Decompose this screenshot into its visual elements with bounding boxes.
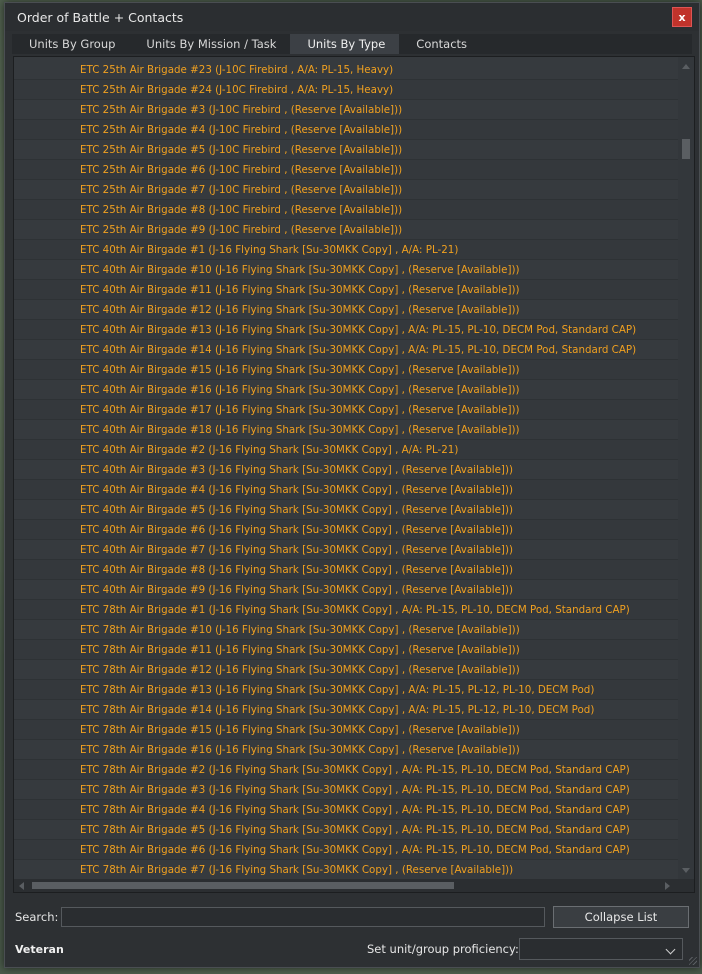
unit-list-item[interactable]: ETC 78th Air Brigade #11 (J-16 Flying Sh… [14,640,678,660]
proficiency-select[interactable] [519,938,683,960]
unit-list-item[interactable]: ETC 40th Air Birgade #7 (J-16 Flying Sha… [14,540,678,560]
unit-list-item[interactable]: ETC 78th Air Brigade #16 (J-16 Flying Sh… [14,740,678,760]
unit-list-item[interactable]: ETC 78th Air Brigade #12 (J-16 Flying Sh… [14,660,678,680]
unit-list-item[interactable]: ETC 25th Air Brigade #8 (J-10C Firebird … [14,200,678,220]
unit-list-item[interactable]: ETC 40th Air Birgade #5 (J-16 Flying Sha… [14,500,678,520]
unit-list-item[interactable]: ETC 40th Air Birgade #14 (J-16 Flying Sh… [14,340,678,360]
unit-rows: ETC 25th Air Brigade #23 (J-10C Firebird… [14,60,678,880]
proficiency-label: Set unit/group proficiency: [367,942,519,956]
horizontal-scroll-thumb[interactable] [32,882,454,889]
unit-list-item[interactable]: ETC 78th Air Brigade #6 (J-16 Flying Sha… [14,840,678,860]
close-icon: x [678,10,686,24]
unit-list-item[interactable]: ETC 78th Air Brigade #5 (J-16 Flying Sha… [14,820,678,840]
unit-list-item[interactable]: ETC 40th Air Birgade #1 (J-16 Flying Sha… [14,240,678,260]
unit-list-item[interactable]: ETC 78th Air Brigade #3 (J-16 Flying Sha… [14,780,678,800]
unit-list-item[interactable]: ETC 40th Air Birgade #3 (J-16 Flying Sha… [14,460,678,480]
window-title: Order of Battle + Contacts [17,9,184,25]
unit-list-item[interactable]: ETC 40th Air Birgade #12 (J-16 Flying Sh… [14,300,678,320]
scroll-down-arrow-icon[interactable] [682,868,690,873]
unit-list-item[interactable]: ETC 40th Air Birgade #16 (J-16 Flying Sh… [14,380,678,400]
search-label: Search: [15,910,59,924]
unit-list-item[interactable]: ETC 78th Air Brigade #10 (J-16 Flying Sh… [14,620,678,640]
unit-list-item[interactable]: ETC 40th Air Birgade #18 (J-16 Flying Sh… [14,420,678,440]
search-row: Search: Collapse List [15,906,691,928]
resize-grip-icon[interactable] [689,957,697,965]
vertical-scrollbar[interactable] [678,57,694,879]
vertical-scroll-thumb[interactable] [682,139,690,159]
unit-list[interactable]: ETC 25th Air Brigade #23 (J-10C Firebird… [13,56,695,893]
tab-units-by-type[interactable]: Units By Type [290,34,400,54]
tab-bar: Units By Group Units By Mission / Task U… [12,34,692,54]
unit-list-item[interactable]: ETC 78th Air Brigade #13 (J-16 Flying Sh… [14,680,678,700]
unit-list-item[interactable]: ETC 25th Air Brigade #5 (J-10C Firebird … [14,140,678,160]
unit-list-item[interactable]: ETC 40th Air Birgade #6 (J-16 Flying Sha… [14,520,678,540]
unit-list-item[interactable]: ETC 40th Air Birgade #9 (J-16 Flying Sha… [14,580,678,600]
unit-list-item[interactable]: ETC 78th Air Brigade #7 (J-16 Flying Sha… [14,860,678,880]
unit-list-item[interactable]: ETC 40th Air Birgade #13 (J-16 Flying Sh… [14,320,678,340]
proficiency-row: Veteran Set unit/group proficiency: [15,938,691,960]
unit-list-item[interactable]: ETC 25th Air Brigade #3 (J-10C Firebird … [14,100,678,120]
tab-units-by-mission-task[interactable]: Units By Mission / Task [129,34,290,54]
unit-list-item[interactable]: ETC 78th Air Brigade #14 (J-16 Flying Sh… [14,700,678,720]
unit-list-item[interactable]: ETC 25th Air Brigade #24 (J-10C Firebird… [14,80,678,100]
collapse-list-button[interactable]: Collapse List [553,906,689,928]
unit-list-item[interactable]: ETC 78th Air Brigade #1 (J-16 Flying Sha… [14,600,678,620]
unit-list-item[interactable]: ETC 25th Air Brigade #23 (J-10C Firebird… [14,60,678,80]
unit-list-item[interactable]: ETC 25th Air Brigade #4 (J-10C Firebird … [14,120,678,140]
unit-list-item[interactable]: ETC 78th Air Brigade #15 (J-16 Flying Sh… [14,720,678,740]
tab-contacts[interactable]: Contacts [399,34,481,54]
horizontal-scrollbar[interactable] [14,879,694,892]
unit-list-item[interactable]: ETC 40th Air Birgade #8 (J-16 Flying Sha… [14,560,678,580]
unit-list-item[interactable]: ETC 40th Air Birgade #10 (J-16 Flying Sh… [14,260,678,280]
unit-list-item[interactable]: ETC 25th Air Brigade #6 (J-10C Firebird … [14,160,678,180]
close-button[interactable]: x [672,7,692,27]
unit-list-item[interactable]: ETC 25th Air Brigade #7 (J-10C Firebird … [14,180,678,200]
chevron-down-icon[interactable] [665,944,676,955]
search-input[interactable] [61,907,545,927]
unit-list-item[interactable]: ETC 40th Air Birgade #4 (J-16 Flying Sha… [14,480,678,500]
unit-list-item[interactable]: ETC 40th Air Birgade #17 (J-16 Flying Sh… [14,400,678,420]
unit-list-item[interactable]: ETC 78th Air Brigade #4 (J-16 Flying Sha… [14,800,678,820]
unit-list-item[interactable]: ETC 40th Air Birgade #2 (J-16 Flying Sha… [14,440,678,460]
window-titlebar[interactable]: Order of Battle + Contacts x [5,3,699,31]
order-of-battle-window: Order of Battle + Contacts x Units By Gr… [4,2,700,968]
scroll-right-arrow-icon[interactable] [665,882,670,890]
scroll-up-arrow-icon[interactable] [682,64,690,69]
unit-list-item[interactable]: ETC 40th Air Birgade #15 (J-16 Flying Sh… [14,360,678,380]
unit-list-item[interactable]: ETC 25th Air Brigade #9 (J-10C Firebird … [14,220,678,240]
unit-list-item[interactable]: ETC 40th Air Birgade #11 (J-16 Flying Sh… [14,280,678,300]
tab-units-by-group[interactable]: Units By Group [12,34,129,54]
unit-proficiency-value: Veteran [15,942,64,956]
scroll-left-arrow-icon[interactable] [19,882,24,890]
unit-list-item[interactable]: ETC 78th Air Brigade #2 (J-16 Flying Sha… [14,760,678,780]
